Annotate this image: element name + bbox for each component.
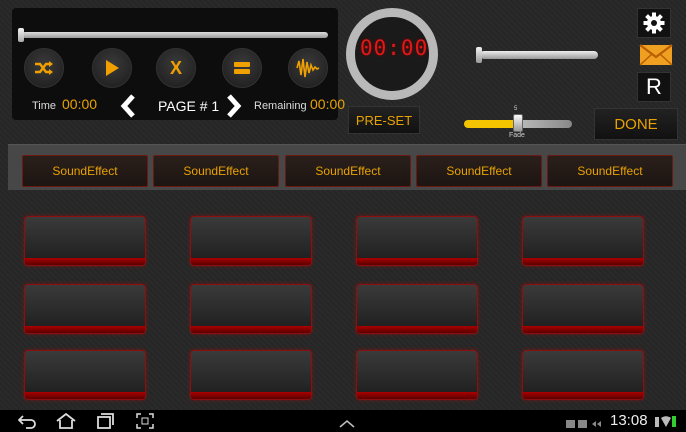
gear-icon <box>643 12 665 34</box>
signal-icons <box>654 414 676 432</box>
fade-handle[interactable] <box>513 114 523 132</box>
recents-button[interactable] <box>96 413 114 432</box>
system-nav-bar: 13:08 <box>0 410 686 432</box>
system-clock: 13:08 <box>610 412 648 429</box>
volume-handle[interactable] <box>476 47 482 63</box>
time-label: Time <box>32 100 57 112</box>
notification-icon <box>566 420 601 428</box>
shuffle-icon <box>35 61 53 75</box>
stop-icon: X <box>169 57 182 78</box>
settings-button[interactable] <box>637 8 671 38</box>
back-icon <box>17 415 36 429</box>
mail-icon <box>639 44 673 66</box>
done-button[interactable]: DONE <box>594 108 678 140</box>
notification-icons <box>566 416 606 432</box>
pad-11[interactable] <box>356 350 478 400</box>
mail-button[interactable] <box>638 42 674 68</box>
sound-effects-bar: SoundEffect SoundEffect SoundEffect Soun… <box>8 144 686 190</box>
fade-label: Fade <box>509 132 525 139</box>
pad-6[interactable] <box>190 284 312 334</box>
seek-handle[interactable] <box>18 28 24 42</box>
chevron-right-icon <box>227 94 242 118</box>
home-icon <box>56 412 76 429</box>
pad-5[interactable] <box>24 284 146 334</box>
remaining-value: 00:00 <box>310 96 346 112</box>
prev-page-button[interactable] <box>120 94 136 124</box>
wifi-icon <box>655 416 676 427</box>
home-button[interactable] <box>56 412 76 432</box>
waveform-icon <box>296 58 320 78</box>
pause-icon <box>234 62 250 74</box>
chevron-left-icon <box>120 94 135 118</box>
pad-9[interactable] <box>24 350 146 400</box>
preset-button[interactable]: PRE-SET <box>348 106 420 134</box>
recents-icon <box>97 413 114 429</box>
page-label: PAGE # 1 <box>158 98 220 114</box>
sound-effect-button-2[interactable]: SoundEffect <box>153 155 279 187</box>
remaining-label: Remaining <box>254 100 307 112</box>
next-page-button[interactable] <box>226 94 242 124</box>
pad-10[interactable] <box>190 350 312 400</box>
pad-4[interactable] <box>522 216 644 266</box>
fade-value: 5 <box>514 106 518 112</box>
up-caret-icon <box>339 419 355 428</box>
stop-button[interactable]: X <box>156 48 196 88</box>
volume-slider[interactable] <box>480 51 598 59</box>
pad-2[interactable] <box>190 216 312 266</box>
play-button[interactable] <box>92 48 132 88</box>
time-value: 00:00 <box>62 96 98 112</box>
shuffle-button[interactable] <box>24 48 64 88</box>
player-panel: X Time 00:00 PAGE # 1 Remaining 00:00 <box>12 8 345 120</box>
time-row: Time 00:00 PAGE # 1 Remaining 00:00 <box>12 94 345 118</box>
pad-8[interactable] <box>522 284 644 334</box>
pad-3[interactable] <box>356 216 478 266</box>
sound-effect-button-4[interactable]: SoundEffect <box>416 155 542 187</box>
waveform-button[interactable] <box>288 48 328 88</box>
screenshot-icon <box>136 413 154 429</box>
pad-12[interactable] <box>522 350 644 400</box>
sound-effect-button-3[interactable]: SoundEffect <box>285 155 411 187</box>
back-button[interactable] <box>17 413 36 432</box>
timer-display: 00:00 <box>360 36 429 60</box>
pad-7[interactable] <box>356 284 478 334</box>
pause-button[interactable] <box>222 48 262 88</box>
app-screen: X Time 00:00 PAGE # 1 Remaining 00:00 00… <box>0 0 686 410</box>
sound-effect-button-5[interactable]: SoundEffect <box>547 155 673 187</box>
sound-effect-button-1[interactable]: SoundEffect <box>22 155 148 187</box>
seek-bar[interactable] <box>22 32 328 38</box>
up-caret-button[interactable] <box>338 416 356 432</box>
screenshot-button[interactable] <box>136 413 154 432</box>
pad-1[interactable] <box>24 216 146 266</box>
r-button[interactable]: R <box>637 72 671 102</box>
play-icon <box>106 60 119 76</box>
